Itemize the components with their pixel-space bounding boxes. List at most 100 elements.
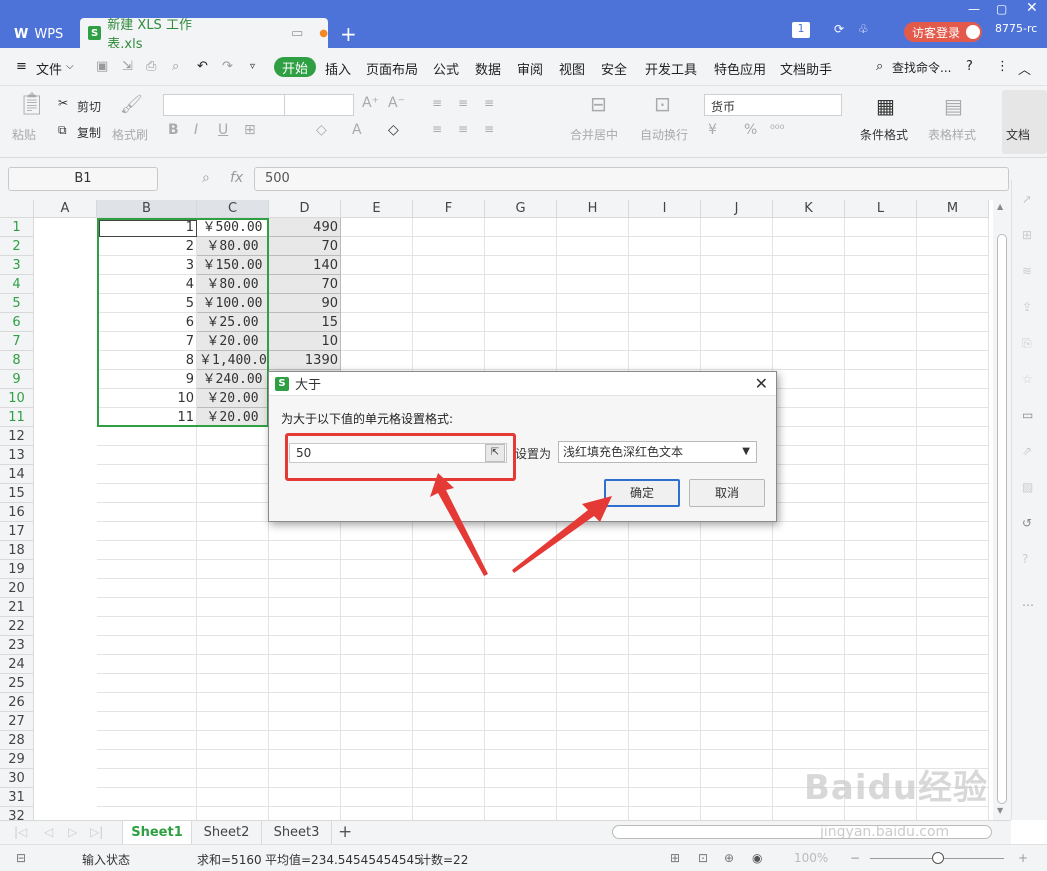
table-cell[interactable] <box>197 693 269 712</box>
range-picker-icon[interactable]: ⇱ <box>485 444 505 462</box>
menu-dev-tools[interactable]: 开发工具 <box>645 59 697 78</box>
table-cell[interactable] <box>341 541 413 560</box>
row-header[interactable]: 31 <box>0 788 34 807</box>
row-header[interactable]: 3 <box>0 256 34 275</box>
column-header-e[interactable]: E <box>341 200 413 218</box>
row-header[interactable]: 27 <box>0 712 34 731</box>
table-cell[interactable] <box>557 332 629 351</box>
table-cell[interactable] <box>341 598 413 617</box>
table-cell[interactable] <box>629 579 701 598</box>
menu-hamburger-icon[interactable]: ≡ <box>16 59 27 74</box>
table-cell[interactable] <box>845 427 917 446</box>
redo-icon[interactable]: ↷ <box>222 59 233 74</box>
table-cell[interactable] <box>773 408 845 427</box>
table-cell[interactable] <box>629 636 701 655</box>
table-cell[interactable] <box>197 617 269 636</box>
conditional-format-icon[interactable]: ▦ <box>876 94 895 118</box>
table-cell[interactable] <box>413 541 485 560</box>
copy-icon[interactable]: ⧉ <box>58 123 67 138</box>
table-cell[interactable] <box>629 294 701 313</box>
row-header[interactable]: 14 <box>0 465 34 484</box>
table-cell[interactable] <box>557 731 629 750</box>
next-sheet-icon[interactable]: ▷ <box>68 825 77 839</box>
table-cell[interactable] <box>557 617 629 636</box>
table-cell[interactable] <box>197 541 269 560</box>
table-cell[interactable] <box>269 522 341 541</box>
table-cell[interactable] <box>917 332 989 351</box>
table-cell[interactable] <box>269 655 341 674</box>
table-cell[interactable] <box>773 332 845 351</box>
table-cell[interactable] <box>485 655 557 674</box>
export-icon[interactable]: ⇲ <box>122 59 133 74</box>
row-header[interactable]: 21 <box>0 598 34 617</box>
merge-center-icon[interactable]: ⊟ <box>590 92 607 116</box>
table-cell[interactable] <box>197 484 269 503</box>
table-cell[interactable] <box>557 351 629 370</box>
table-cell[interactable] <box>845 389 917 408</box>
table-cell[interactable] <box>97 484 197 503</box>
table-cell[interactable]: ￥20.00 <box>197 408 269 427</box>
table-cell[interactable] <box>197 598 269 617</box>
table-cell[interactable] <box>557 750 629 769</box>
table-cell[interactable] <box>701 275 773 294</box>
table-cell[interactable] <box>629 807 701 820</box>
table-cell[interactable] <box>917 617 989 636</box>
table-cell[interactable] <box>485 541 557 560</box>
table-cell[interactable] <box>557 655 629 674</box>
table-cell[interactable]: ￥20.00 <box>197 332 269 351</box>
page-layout-view-icon[interactable]: ⊕ <box>724 851 734 865</box>
table-cell[interactable] <box>845 560 917 579</box>
table-cell[interactable] <box>269 769 341 788</box>
merge-center-label[interactable]: 合并居中 <box>570 126 618 143</box>
column-header-f[interactable]: F <box>413 200 485 218</box>
format-style-select[interactable]: 浅红填充色深红色文本 ▼ <box>558 441 757 463</box>
table-cell[interactable]: 8 <box>97 351 197 370</box>
font-color-icon[interactable]: A <box>352 122 362 138</box>
table-cell[interactable] <box>97 541 197 560</box>
sheet-tab-3[interactable]: Sheet3 <box>262 821 332 845</box>
prev-sheet-icon[interactable]: ◁ <box>44 825 53 839</box>
table-cell[interactable] <box>701 541 773 560</box>
export-tool-icon[interactable]: ⇗ <box>1022 444 1032 458</box>
table-cell[interactable] <box>97 674 197 693</box>
undo-icon[interactable]: ↶ <box>197 59 208 74</box>
table-cell[interactable] <box>773 655 845 674</box>
table-cell[interactable] <box>773 579 845 598</box>
menu-review[interactable]: 审阅 <box>517 59 543 78</box>
increase-font-icon[interactable]: A⁺ <box>362 95 379 111</box>
table-cell[interactable] <box>773 275 845 294</box>
table-cell[interactable] <box>629 712 701 731</box>
table-cell[interactable] <box>341 218 413 237</box>
table-cell[interactable] <box>773 541 845 560</box>
table-cell[interactable] <box>629 256 701 275</box>
table-cell[interactable]: ￥240.00 <box>197 370 269 389</box>
table-cell[interactable] <box>701 351 773 370</box>
table-cell[interactable] <box>701 522 773 541</box>
table-cell[interactable] <box>269 541 341 560</box>
print-icon[interactable]: ⎙ <box>146 59 156 74</box>
paste-label[interactable]: 粘贴 <box>12 126 36 143</box>
table-cell[interactable] <box>773 617 845 636</box>
table-cell[interactable]: 11 <box>97 408 197 427</box>
table-cell[interactable] <box>773 446 845 465</box>
align-right-icon[interactable]: ≡ <box>484 122 494 136</box>
table-cell[interactable] <box>845 693 917 712</box>
table-cell[interactable] <box>341 617 413 636</box>
menu-data[interactable]: 数据 <box>475 59 501 78</box>
table-cell[interactable] <box>917 370 989 389</box>
underline-icon[interactable]: U <box>218 122 228 138</box>
table-tool-icon[interactable]: ⊞ <box>1022 228 1032 242</box>
table-cell[interactable] <box>557 256 629 275</box>
table-cell[interactable] <box>701 256 773 275</box>
table-cell[interactable]: 70 <box>269 275 341 294</box>
table-cell[interactable] <box>701 636 773 655</box>
table-cell[interactable] <box>269 674 341 693</box>
table-cell[interactable] <box>341 294 413 313</box>
sheet-tab-1[interactable]: Sheet1 <box>122 821 192 845</box>
table-cell[interactable] <box>413 674 485 693</box>
table-cell[interactable] <box>341 636 413 655</box>
table-cell[interactable] <box>629 674 701 693</box>
table-cell[interactable] <box>917 275 989 294</box>
table-cell[interactable]: 10 <box>97 389 197 408</box>
table-cell[interactable]: ￥100.00 <box>197 294 269 313</box>
